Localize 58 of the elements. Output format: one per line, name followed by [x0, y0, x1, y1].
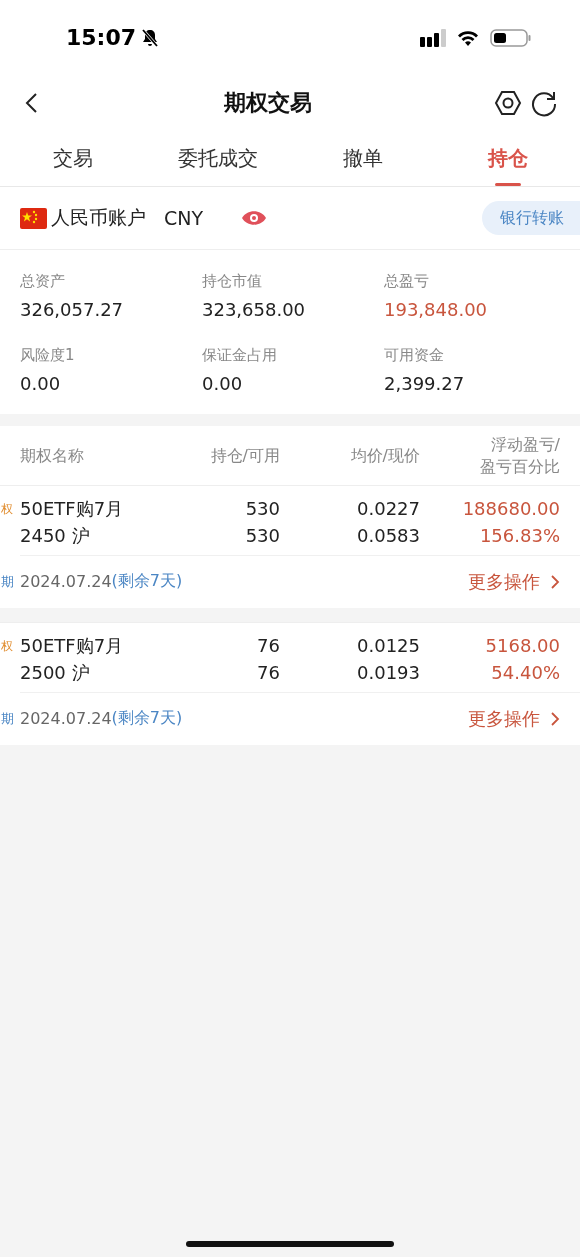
expiry-tag: 期: [1, 572, 14, 591]
avg-price-cell-text: 0.0125: [356, 634, 420, 657]
stat-label: 总资产: [20, 272, 66, 291]
avg-price-cell-text: 0.0227: [356, 497, 420, 520]
option-name: 50ETF购7月: [20, 497, 125, 520]
bank-transfer-button[interactable]: 银行转账: [482, 201, 580, 235]
expiry-date: 2024.07.24: [20, 572, 112, 592]
tab[interactable]: 撤单: [290, 130, 435, 186]
position-cell-text: 76: [256, 634, 280, 657]
stat-value: 323,658.00: [202, 299, 307, 320]
status-time: 15:07: [66, 25, 137, 50]
position-cell-text: 530: [244, 497, 280, 520]
stat-value: 0.00: [20, 373, 62, 394]
option-strike: 2450 沪: [20, 524, 91, 547]
available-cell-text: 530: [244, 524, 280, 547]
tab[interactable]: 委托成交: [145, 130, 290, 186]
pnl-cell-text: 5168.00: [484, 634, 560, 657]
option-name: 50ETF购7月: [20, 634, 125, 657]
column-header: 浮动盈亏/ 盈亏百分比: [479, 434, 560, 479]
stat-label: 可用资金: [384, 346, 445, 365]
more-actions-link[interactable]: 更多操作: [468, 569, 560, 594]
pnl-cell-text: 188680.00: [461, 497, 560, 520]
option-strike: 2500 沪: [20, 661, 91, 684]
column-header: 持仓/可用: [209, 445, 280, 468]
current-price-cell-text: 0.0193: [356, 661, 420, 684]
page-title: 期权交易: [223, 88, 313, 117]
stat-label: 风险度1: [20, 346, 76, 365]
available-cell-text: 76: [256, 661, 280, 684]
account-name: 人民币账户: [51, 205, 146, 230]
battery-icon: [490, 27, 532, 48]
more-actions-link[interactable]: 更多操作: [468, 706, 560, 731]
stat-value: 0.00: [202, 373, 244, 394]
expiry-date: 2024.07.24: [20, 709, 112, 729]
tab[interactable]: 持仓: [435, 130, 580, 186]
stat-label: 持仓市值: [202, 272, 263, 291]
stat-value: 193,848.00: [384, 299, 489, 320]
option-tag: 权: [1, 637, 13, 655]
tab[interactable]: 交易: [0, 130, 145, 186]
days-remaining: (剩余7天): [111, 708, 183, 730]
currency: CNY: [164, 207, 204, 229]
flag-icon: [20, 207, 47, 229]
pnl-percent-cell-text: 156.83%: [478, 524, 560, 547]
current-price-cell-text: 0.0583: [356, 524, 420, 547]
expiry-tag: 期: [1, 709, 14, 728]
days-remaining: (剩余7天): [111, 571, 183, 593]
stat-value: 326,057.27: [20, 299, 125, 320]
option-tag: 权: [1, 500, 13, 518]
stat-label: 总盈亏: [384, 272, 430, 291]
pnl-percent-cell-text: 54.40%: [490, 661, 560, 684]
stat-value: 2,399.27: [384, 373, 466, 394]
chevron-right-icon[interactable]: [550, 710, 560, 727]
column-header: 均价/现价: [349, 445, 420, 468]
chevron-right-icon[interactable]: [550, 573, 560, 590]
wifi-icon: [456, 28, 480, 47]
column-header: 期权名称: [20, 445, 85, 468]
signal-icon: [420, 28, 446, 47]
stat-label: 保证金占用: [202, 346, 278, 365]
bell-muted-icon: [140, 27, 161, 48]
